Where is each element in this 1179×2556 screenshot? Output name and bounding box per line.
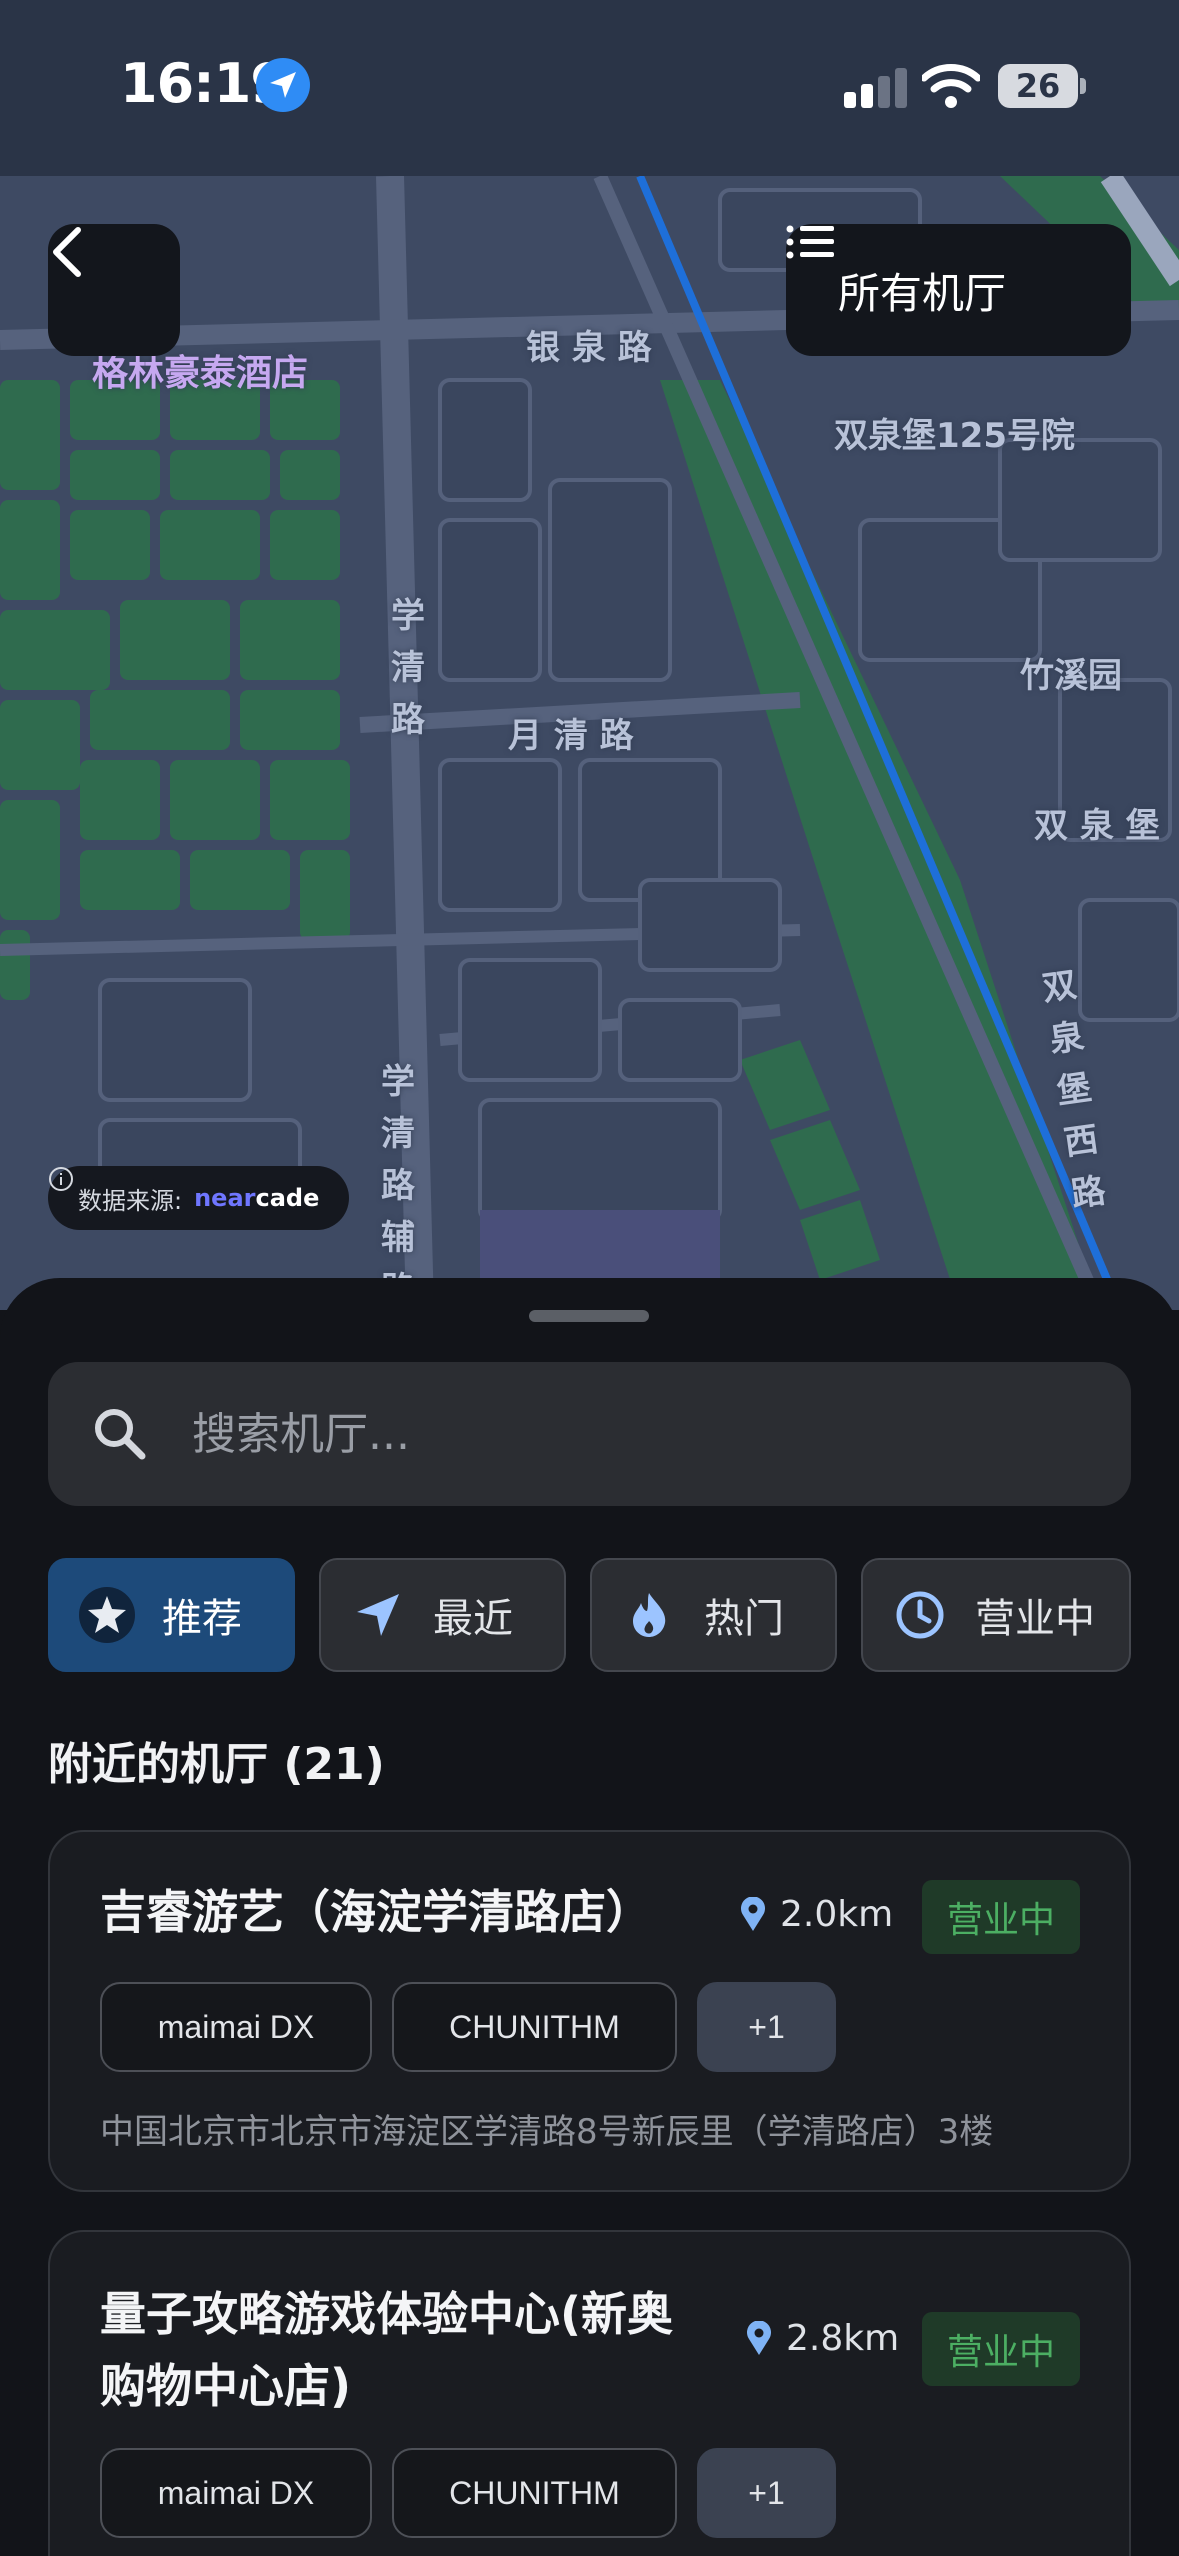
map-canvas [0, 0, 1179, 1310]
arcade-distance: 2.0km [740, 1894, 893, 1935]
chevron-left-icon [53, 227, 81, 277]
location-pin-icon [741, 1896, 765, 1931]
place-label-zhuxiyuan: 竹溪园 [1020, 656, 1122, 696]
all-arcades-label: 所有机厅 [838, 268, 1007, 318]
search-input[interactable] [192, 1408, 992, 1460]
battery-indicator: 26 [998, 64, 1078, 108]
game-tags: maimai DX CHUNITHM +1 [100, 2448, 836, 2538]
data-source-prefix: 数据来源: [78, 1186, 183, 1215]
nearcade-logo-cade: cade [255, 1184, 320, 1212]
clock-icon [891, 1586, 949, 1644]
arcade-card[interactable]: 量子攻略游戏体验中心(新奥 购物中心店) 2.8km 营业中 maimai DX… [48, 2230, 1131, 2556]
filter-chip-popular[interactable]: 热门 [590, 1558, 837, 1672]
arcade-distance-value: 2.8km [786, 2318, 900, 2359]
filter-chip-label: 推荐 [162, 1596, 242, 1642]
game-tag[interactable]: maimai DX [100, 2448, 372, 2538]
arcade-name: 吉睿游艺（海淀学清路店） [100, 1885, 652, 1939]
star-icon [78, 1586, 136, 1644]
road-label-shuangquanbao: 双 泉 堡 [1034, 806, 1160, 846]
filter-chip-open-now[interactable]: 营业中 [861, 1558, 1131, 1672]
filter-chip-recommended[interactable]: 推荐 [48, 1558, 295, 1672]
arcade-distance: 2.8km [746, 2318, 899, 2359]
search-bar[interactable] [48, 1362, 1131, 1506]
filter-chips: 推荐 最近 热门 营业中 [48, 1558, 1131, 1672]
wifi-icon [922, 64, 980, 108]
search-icon [95, 1409, 146, 1460]
info-icon [49, 1167, 73, 1191]
data-source-badge[interactable]: 数据来源: nearcade [48, 1166, 350, 1230]
open-status-badge: 营业中 [922, 2312, 1080, 2386]
filter-chip-label: 最近 [433, 1596, 513, 1642]
list-icon [786, 225, 834, 259]
game-tags: maimai DX CHUNITHM +1 [100, 1982, 836, 2072]
filter-chip-nearest[interactable]: 最近 [319, 1558, 566, 1672]
location-pin-icon [747, 2320, 771, 2355]
road-label-xueqing: 学清路 [391, 596, 425, 740]
game-tag[interactable]: maimai DX [100, 1982, 372, 2072]
more-tags-badge[interactable]: +1 [697, 2448, 836, 2538]
status-bar: 16:19 26 [0, 0, 1179, 176]
nearcade-logo-near: near [194, 1184, 256, 1212]
cellular-signal-icon [844, 68, 907, 108]
arcade-name-line-2: 购物中心店) [100, 2359, 352, 2413]
road-label-xueqing-fu: 学清路辅路 [381, 1062, 415, 1310]
location-services-icon [256, 58, 310, 112]
arcade-name: 量子攻略游戏体验中心(新奥 购物中心店) [100, 2278, 673, 2422]
battery-tip [1080, 78, 1086, 94]
open-status-badge: 营业中 [922, 1880, 1080, 1954]
arcade-name-line-1: 量子攻略游戏体验中心(新奥 [100, 2287, 674, 2341]
game-tag[interactable]: CHUNITHM [392, 2448, 677, 2538]
road-label-yueqing: 月 清 路 [508, 716, 634, 756]
filter-chip-label: 热门 [704, 1596, 784, 1642]
road-label-yinquan: 银 泉 路 [526, 328, 652, 368]
arcade-address: 中国北京市北京市海淀区学清路8号新辰里（学清路店）3楼 [100, 2112, 994, 2152]
battery-level: 26 [1015, 67, 1061, 105]
navigation-arrow-icon [349, 1586, 407, 1644]
flame-icon [620, 1586, 678, 1644]
nearcade-logo: nearcade [194, 1184, 319, 1212]
all-arcades-button[interactable]: 所有机厅 [786, 224, 1131, 356]
road-label-shuangquanbao-125: 双泉堡125号院 [834, 416, 1075, 456]
game-tag[interactable]: CHUNITHM [392, 1982, 677, 2072]
filter-chip-label: 营业中 [975, 1596, 1095, 1642]
arcade-distance-value: 2.0km [780, 1894, 894, 1935]
sheet-drag-handle[interactable] [529, 1310, 649, 1322]
back-button[interactable] [48, 224, 180, 356]
more-tags-badge[interactable]: +1 [697, 1982, 836, 2072]
nearby-arcades-title: 附近的机厅 (21) [48, 1739, 385, 1790]
arcade-card[interactable]: 吉睿游艺（海淀学清路店） 2.0km 营业中 maimai DX CHUNITH… [48, 1830, 1131, 2192]
map-view[interactable]: 格林豪泰酒店 银 泉 路 双泉堡125号院 学清路 月 清 路 竹溪园 双 泉 … [0, 0, 1179, 1310]
